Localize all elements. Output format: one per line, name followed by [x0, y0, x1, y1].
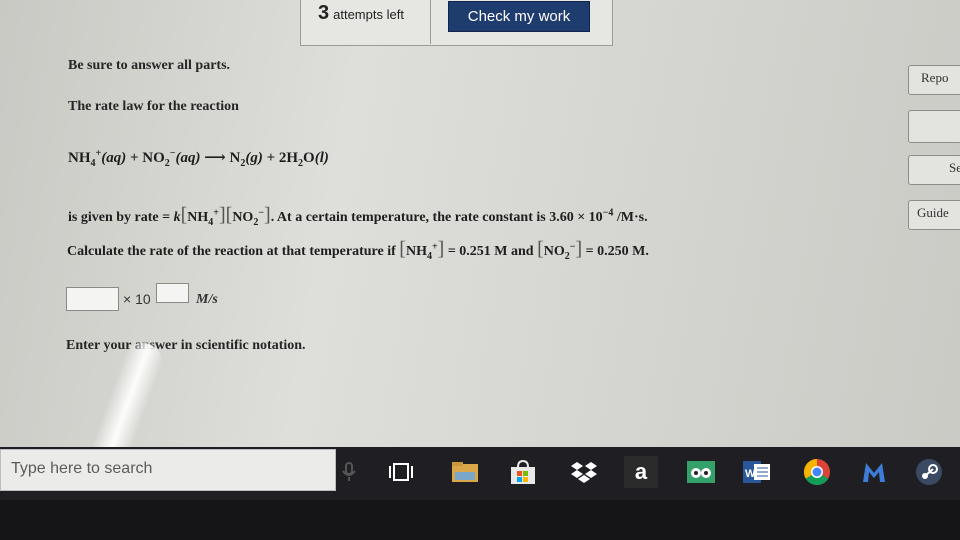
rate-law-label: The rate law for the reaction — [68, 99, 239, 114]
answer-mantissa-input[interactable] — [66, 287, 119, 311]
store-icon[interactable] — [506, 456, 540, 488]
task-view-icon[interactable] — [384, 456, 418, 488]
monitor-bezel — [0, 500, 960, 540]
attempts-label: attempts left — [333, 7, 404, 22]
rate-law-text: is given by rate = k[NH4+][NO2−]. At a c… — [68, 204, 648, 228]
side-s-button[interactable]: Se — [908, 155, 960, 185]
times-ten-label: × 10 — [123, 291, 151, 307]
dropbox-icon[interactable] — [567, 456, 601, 488]
answer-units: M/s — [196, 292, 218, 307]
amazon-icon[interactable]: a — [624, 456, 658, 488]
taskbar-search-input[interactable]: Type here to search — [0, 449, 336, 491]
toolbar-divider — [430, 0, 431, 44]
calculation-text: Calculate the rate of the reaction at th… — [67, 238, 649, 262]
attempts-left: 3 attempts left — [318, 2, 404, 25]
malwarebytes-icon[interactable] — [857, 456, 891, 488]
file-explorer-icon[interactable] — [448, 456, 482, 488]
tripadvisor-icon[interactable] — [684, 456, 718, 488]
reaction-equation: NH4+(aq) + NO2−(aq) ⟶ N2(g) + 2H2O(l) — [68, 148, 329, 169]
attempts-count: 3 — [318, 2, 330, 24]
microphone-icon[interactable] — [332, 456, 366, 488]
chrome-icon[interactable] — [800, 456, 834, 488]
word-icon[interactable]: W — [740, 456, 774, 488]
scientific-notation-note: Enter your answer in scientific notation… — [66, 338, 306, 353]
report-button[interactable]: Repo — [908, 65, 960, 95]
guide-button[interactable]: Guide — [908, 200, 960, 230]
side-blank-button[interactable] — [908, 110, 960, 143]
instruction-text: Be sure to answer all parts. — [68, 58, 231, 73]
word-icon-letter: W — [745, 468, 756, 480]
answer-exponent-input[interactable] — [156, 283, 189, 303]
steam-icon[interactable] — [912, 456, 946, 488]
check-my-work-button[interactable]: Check my work — [448, 1, 590, 32]
